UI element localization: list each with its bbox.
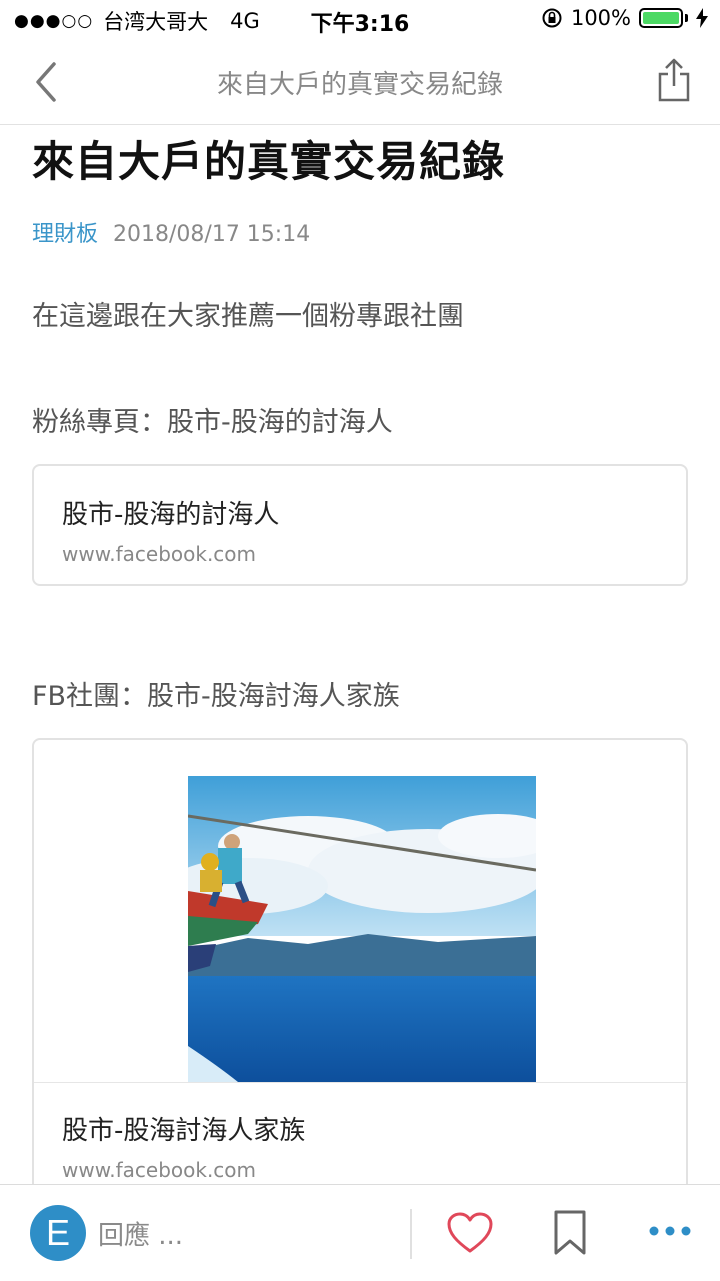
link-card-url: www.facebook.com xyxy=(62,1158,257,1182)
charging-bolt-icon xyxy=(696,8,708,28)
status-bar: ●●●○○ 台湾大哥大 4G 下午3:16 100% xyxy=(0,0,720,40)
article-paragraph: FB社團：股市-股海討海人家族 xyxy=(32,681,400,712)
share-button[interactable] xyxy=(654,56,694,104)
board-link[interactable]: 理財板 xyxy=(32,222,98,247)
share-icon xyxy=(658,58,690,102)
battery-tip xyxy=(685,14,688,22)
rotation-lock-icon xyxy=(542,8,562,28)
nav-title: 來自大戶的真實交易紀錄 xyxy=(216,70,503,100)
link-card-title: 股市-股海的討海人 xyxy=(62,500,280,530)
article-meta: 理財板 2018/08/17 15:14 xyxy=(32,216,310,248)
link-preview-card[interactable]: 股市-股海討海人家族 www.facebook.com xyxy=(32,738,688,1184)
card-divider xyxy=(34,1082,686,1083)
battery-percentage: 100% xyxy=(570,6,631,30)
article-paragraph: 在這邊跟在大家推薦一個粉專跟社團 xyxy=(32,301,464,332)
post-date: 2018/08/17 15:14 xyxy=(113,222,311,247)
battery-icon xyxy=(639,8,683,28)
reply-input[interactable]: 回應 ... xyxy=(98,1215,183,1252)
heart-icon xyxy=(447,1212,493,1253)
link-card-url: www.facebook.com xyxy=(62,542,257,566)
navigation-bar: 來自大戶的真實交易紀錄 xyxy=(0,40,720,125)
more-options-button[interactable] xyxy=(648,1221,692,1241)
like-button[interactable] xyxy=(446,1211,494,1255)
article-content: 來自大戶的真實交易紀錄 理財板 2018/08/17 15:14 在這邊跟在大家… xyxy=(0,124,720,1184)
more-dots-icon xyxy=(649,1226,691,1236)
bookmark-icon xyxy=(554,1210,586,1255)
article-paragraph: 粉絲專頁：股市-股海的討海人 xyxy=(32,407,393,438)
link-card-title: 股市-股海討海人家族 xyxy=(62,1116,306,1146)
bookmark-button[interactable] xyxy=(552,1209,588,1257)
chevron-left-icon xyxy=(36,62,56,102)
link-card-image xyxy=(188,776,536,1082)
link-preview-card[interactable]: 股市-股海的討海人 www.facebook.com xyxy=(32,464,688,586)
user-avatar[interactable]: E xyxy=(30,1205,86,1261)
bar-divider xyxy=(410,1209,412,1259)
article-title: 來自大戶的真實交易紀錄 xyxy=(32,137,506,186)
bottom-action-bar: E 回應 ... xyxy=(0,1184,720,1281)
back-button[interactable] xyxy=(28,58,68,106)
